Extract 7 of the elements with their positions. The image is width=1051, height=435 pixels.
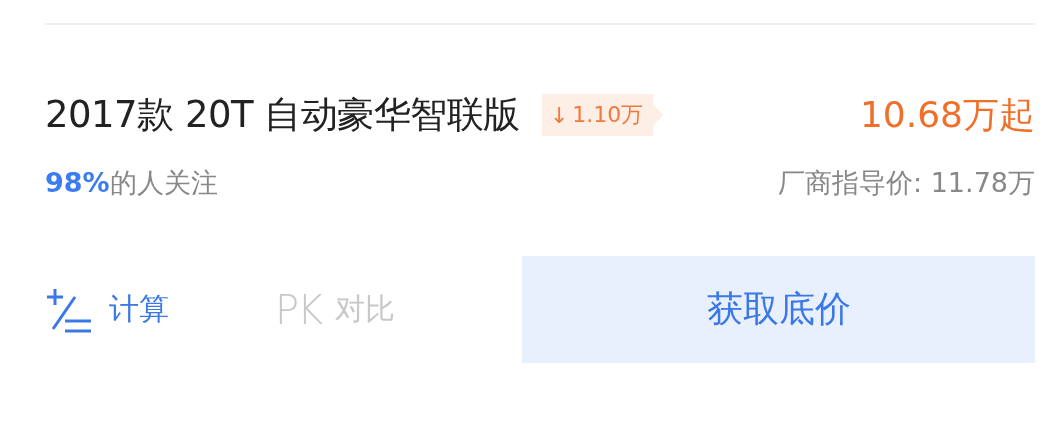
attention-text: 98%的人关注: [45, 166, 218, 200]
price-drop-tag: ↓ 1.10万: [541, 94, 664, 136]
get-lowest-price-button[interactable]: 获取底价: [522, 256, 1035, 363]
calculate-button[interactable]: 计算: [109, 289, 169, 330]
price: 10.68万起: [859, 92, 1035, 137]
guide-price: 厂商指导价: 11.78万: [778, 166, 1035, 200]
model-title: 2017款 20T 自动豪华智联版: [45, 92, 520, 138]
